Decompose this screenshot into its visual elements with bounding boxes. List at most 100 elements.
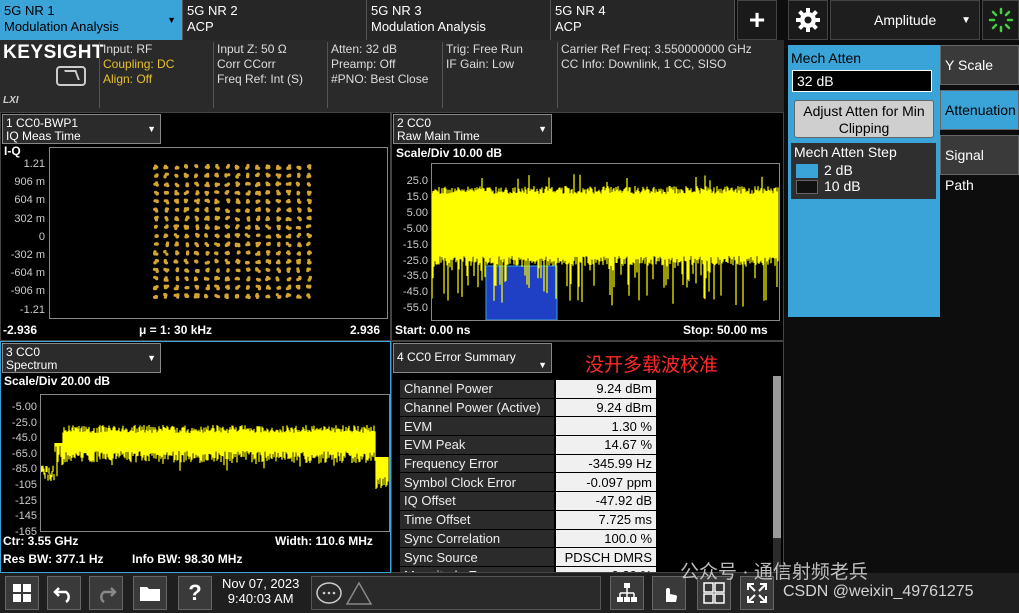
chevron-down-icon: ▼ [167, 15, 176, 25]
panel-raw-main-time[interactable]: 2 CC0 Raw Main Time ▼ Scale/Div 10.00 dB… [391, 112, 784, 341]
y-tick-label: -5.00 [402, 222, 428, 235]
redo-button[interactable] [89, 576, 123, 610]
attenuation-button[interactable]: Attenuation [940, 90, 1019, 130]
constellation-point [185, 235, 189, 239]
constellation-point [298, 209, 302, 213]
menu-dropdown-amplitude[interactable]: Amplitude ▼ [830, 0, 980, 40]
y-tick-label: -45.0 [11, 432, 37, 445]
constellation-point [257, 252, 261, 256]
constellation-point [266, 252, 270, 256]
tab-5g-nr-1[interactable]: 5G NR 1 Modulation Analysis ▼ [0, 0, 183, 40]
table-row: Channel Power 9.24 dBm [400, 380, 656, 399]
mech-atten-input[interactable]: 32 dB [792, 70, 932, 92]
scale-per-div: Scale/Div 20.00 dB [4, 374, 111, 388]
constellation-point [266, 174, 270, 178]
adjust-atten-button[interactable]: Adjust Atten for Min Clipping [794, 100, 934, 138]
constellation-point [288, 181, 292, 185]
add-screen-button[interactable]: + [737, 0, 777, 40]
constellation-point [206, 199, 211, 204]
panel-title-dropdown[interactable]: 1 CC0-BWP1 IQ Meas Time ▼ [2, 114, 161, 144]
constellation-point [288, 284, 292, 288]
stop-time: Stop: 50.00 ms [683, 323, 768, 337]
screen-share-icon[interactable] [56, 66, 86, 86]
scrollbar-track[interactable] [773, 376, 781, 572]
y-tick-label: -302 m [10, 249, 45, 261]
panel-title-line2: Raw Main Time [397, 129, 480, 143]
constellation-point [174, 243, 178, 247]
tab-5g-nr-2[interactable]: 5G NR 2 ACP [183, 0, 367, 40]
constellation-point [214, 284, 218, 288]
constellation-point [277, 227, 281, 231]
constellation-point [305, 225, 310, 229]
windows-start-button[interactable] [5, 576, 39, 610]
constellation-point [184, 200, 188, 204]
constellation-point [175, 200, 179, 204]
constellation-point [216, 235, 220, 239]
layout-tree-button[interactable] [610, 576, 644, 610]
step-option-10db[interactable]: 10 dB [824, 178, 861, 194]
help-button[interactable]: ? [178, 576, 212, 610]
constellation-point [285, 226, 289, 230]
constellation-point [195, 251, 199, 255]
constellation-point [288, 226, 292, 230]
panel-title-dropdown[interactable]: 4 CC0 Error Summary ▼ [393, 343, 552, 373]
panel-iq-constellation[interactable]: 1 CC0-BWP1 IQ Meas Time ▼ I-Q 1.21 906 m 6… [0, 112, 391, 341]
constellation-point [154, 234, 158, 238]
y-tick-label: -145 [14, 510, 37, 523]
chevron-down-icon: ▼ [147, 353, 156, 363]
constellation-point [247, 251, 251, 255]
constellation-point [224, 243, 228, 248]
panel-spectrum[interactable]: 3 CC0 Spectrum ▼ Scale/Div 20.00 dB -5.0… [0, 341, 391, 573]
settings-button[interactable] [788, 0, 828, 40]
constellation-point [215, 207, 219, 212]
constellation-point [246, 278, 250, 282]
constellation-point [285, 294, 289, 298]
constellation-point [247, 295, 251, 299]
panel-error-summary[interactable]: 4 CC0 Error Summary ▼ 没开多载波校准 Channel Po… [391, 341, 784, 573]
tab-5g-nr-4[interactable]: 5G NR 4 ACP [551, 0, 735, 40]
constellation-point [196, 191, 200, 195]
scrollbar-thumb[interactable] [773, 376, 781, 538]
constellation-point [277, 250, 281, 254]
constellation-point [257, 261, 261, 265]
step-option-10db-radio[interactable] [796, 180, 818, 194]
mech-atten-label: Mech Atten [791, 50, 862, 66]
constellation-point [298, 295, 302, 299]
constellation-point [195, 260, 199, 264]
scale-per-div: Scale/Div 10.00 dB [396, 146, 503, 160]
constellation-point [237, 244, 241, 248]
constellation-point [194, 173, 198, 177]
constellation-point [173, 287, 177, 291]
panel-title-dropdown[interactable]: 2 CC0 Raw Main Time ▼ [393, 114, 552, 144]
constellation-point [255, 294, 259, 298]
panel-title-line2: IQ Meas Time [6, 129, 81, 143]
step-option-2db-radio[interactable] [796, 164, 818, 178]
highlight-region [485, 265, 558, 321]
metric-name: Frequency Error [400, 454, 555, 474]
constellation-point [266, 268, 270, 272]
signal-path-button[interactable]: Signal Path [940, 135, 1019, 193]
y-scale-button[interactable]: Y Scale [940, 45, 1019, 85]
constellation-point [206, 174, 210, 178]
info-impedance-block: Input Z: 50 Ω Corr CCorr Freq Ref: Int (… [213, 42, 327, 108]
constellation-point [163, 267, 167, 271]
constellation-point [206, 217, 210, 221]
constellation-point [174, 224, 178, 228]
constellation-point [266, 242, 270, 247]
metric-value: -345.99 Hz [554, 454, 656, 474]
tab-5g-nr-3[interactable]: 5G NR 3 Modulation Analysis [367, 0, 551, 40]
constellation-point [195, 242, 199, 246]
measurement-info-bar: KEYSIGHT LXI Input: RF Coupling: DC Alig… [0, 40, 784, 112]
panel-title-dropdown[interactable]: 3 CC0 Spectrum ▼ [2, 343, 161, 373]
status-indicator-button[interactable] [982, 0, 1019, 40]
constellation-point [306, 269, 310, 273]
constellation-point [246, 286, 250, 290]
message-bar[interactable] [311, 576, 601, 610]
undo-button[interactable] [47, 576, 81, 610]
step-option-2db[interactable]: 2 dB [824, 162, 853, 178]
file-button[interactable] [133, 576, 167, 610]
y-tick-label: -25.0 [11, 416, 37, 429]
constellation-point [255, 166, 259, 170]
constellation-point [204, 242, 208, 246]
constellation-point [267, 226, 271, 230]
